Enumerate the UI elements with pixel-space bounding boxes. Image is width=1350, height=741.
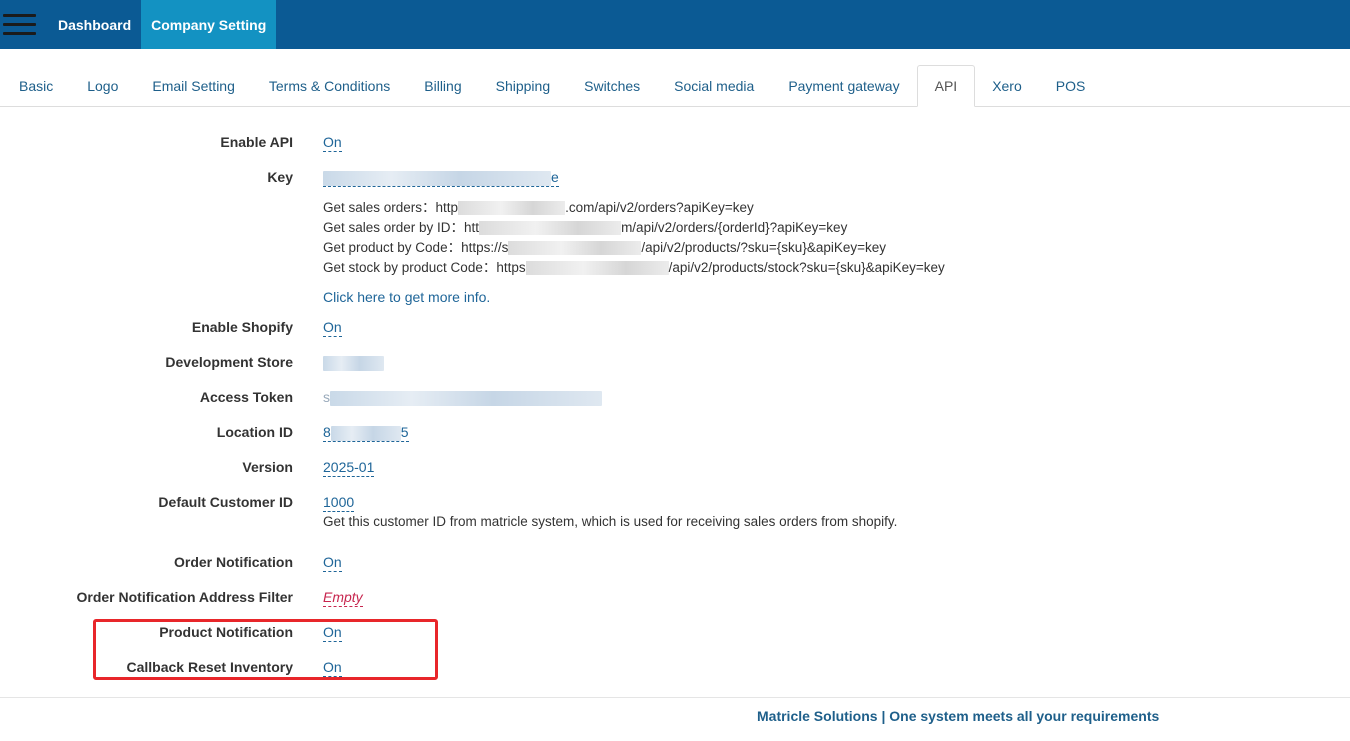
nav-company-setting[interactable]: Company Setting bbox=[141, 0, 277, 49]
tab-payment-gateway[interactable]: Payment gateway bbox=[771, 65, 916, 106]
order-notification-address-filter-label: Order Notification Address Filter bbox=[76, 589, 293, 605]
tab-api[interactable]: API bbox=[916, 65, 976, 107]
order-notification-address-filter-value[interactable]: Empty bbox=[323, 589, 363, 607]
tab-switches[interactable]: Switches bbox=[567, 65, 657, 106]
tab-billing[interactable]: Billing bbox=[407, 65, 478, 106]
order-notification-value[interactable]: On bbox=[323, 554, 342, 572]
redacted-location bbox=[330, 425, 401, 441]
tab-basic[interactable]: Basic bbox=[2, 65, 70, 106]
endpoint-sales-order-by-id: Get sales order by ID：htt m/api/v2/orders… bbox=[323, 220, 848, 236]
more-info-link[interactable]: Click here to get more info. bbox=[323, 289, 490, 305]
tab-xero[interactable]: Xero bbox=[975, 65, 1039, 106]
tab-email-setting[interactable]: Email Setting bbox=[135, 65, 251, 106]
endpoint-sales-orders: Get sales orders：http .com/api/v2/orders?… bbox=[323, 200, 754, 216]
enable-shopify-value[interactable]: On bbox=[323, 319, 342, 337]
redacted-token bbox=[330, 390, 602, 406]
nav-dashboard[interactable]: Dashboard bbox=[48, 0, 141, 49]
footer-divider bbox=[0, 697, 1350, 698]
key-value[interactable]: e bbox=[323, 169, 559, 187]
version-label: Version bbox=[242, 459, 293, 475]
default-customer-id-value[interactable]: 1000 bbox=[323, 494, 355, 512]
tab-social-media[interactable]: Social media bbox=[657, 65, 771, 106]
default-customer-id-label: Default Customer ID bbox=[158, 494, 293, 510]
enable-shopify-label: Enable Shopify bbox=[191, 319, 293, 335]
development-store-value[interactable] bbox=[323, 354, 384, 371]
tab-terms-conditions[interactable]: Terms & Conditions bbox=[252, 65, 407, 106]
location-id-value[interactable]: 85 bbox=[323, 424, 409, 442]
redacted-key bbox=[323, 170, 551, 186]
development-store-label: Development Store bbox=[165, 354, 293, 370]
access-token-value[interactable]: s bbox=[323, 389, 602, 406]
default-customer-id-help: Get this customer ID from matricle syste… bbox=[323, 514, 898, 529]
redacted-store bbox=[323, 355, 384, 371]
endpoint-stock-by-product-code: Get stock by product Code：https/api/v2/p… bbox=[323, 260, 945, 276]
tab-pos[interactable]: POS bbox=[1039, 65, 1103, 106]
location-id-label: Location ID bbox=[216, 424, 293, 440]
tab-shipping[interactable]: Shipping bbox=[479, 65, 568, 106]
footer-text: Matricle Solutions | One system meets al… bbox=[757, 708, 1160, 724]
enable-api-label: Enable API bbox=[220, 134, 293, 150]
access-token-label: Access Token bbox=[199, 389, 293, 405]
key-value-tail: e bbox=[551, 169, 559, 185]
top-navbar: Dashboard Company Setting bbox=[0, 0, 1350, 49]
menu-icon[interactable] bbox=[0, 0, 48, 49]
tab-logo[interactable]: Logo bbox=[70, 65, 135, 106]
key-label: Key bbox=[267, 169, 293, 185]
version-value[interactable]: 2025-01 bbox=[323, 459, 375, 477]
annotation-highlight-box bbox=[93, 619, 438, 680]
order-notification-label: Order Notification bbox=[173, 554, 293, 570]
endpoint-product-by-code: Get product by Code：https://s/api/v2/pro… bbox=[323, 240, 886, 256]
settings-tabs: Basic Logo Email Setting Terms & Conditi… bbox=[0, 65, 1350, 107]
enable-api-value[interactable]: On bbox=[323, 134, 342, 152]
